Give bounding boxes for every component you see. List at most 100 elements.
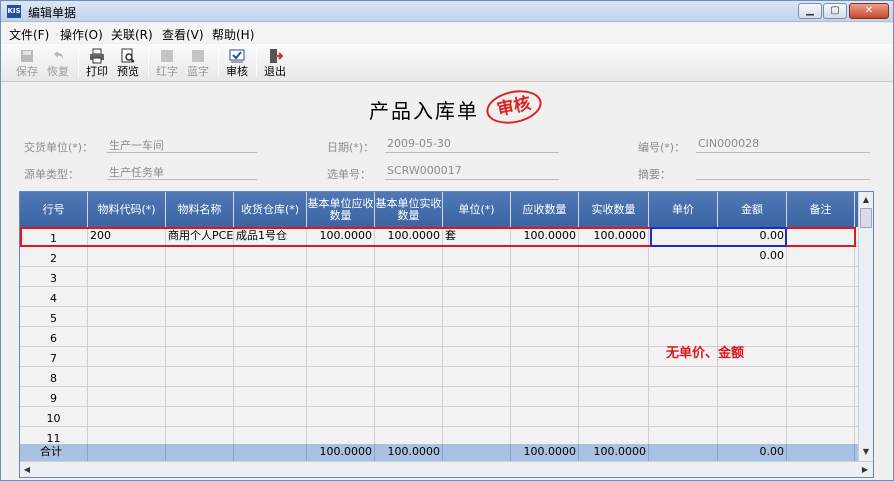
table-cell[interactable] bbox=[649, 307, 718, 327]
table-cell[interactable] bbox=[443, 387, 511, 407]
table-cell[interactable] bbox=[649, 287, 718, 307]
table-cell[interactable]: 8 bbox=[20, 367, 88, 387]
table-cell[interactable] bbox=[443, 407, 511, 427]
table-cell[interactable] bbox=[787, 267, 855, 287]
table-cell[interactable] bbox=[234, 347, 307, 367]
table-cell[interactable] bbox=[166, 247, 234, 267]
summary-field[interactable] bbox=[696, 164, 870, 180]
menu-file[interactable]: 文件(F) bbox=[9, 26, 49, 43]
column-header[interactable]: 备注 bbox=[787, 192, 855, 227]
table-cell[interactable] bbox=[166, 287, 234, 307]
column-header[interactable]: 实收数量 bbox=[579, 192, 649, 227]
table-row[interactable]: 3 bbox=[20, 267, 860, 287]
table-cell[interactable]: 5 bbox=[20, 307, 88, 327]
table-cell[interactable] bbox=[234, 367, 307, 387]
table-cell[interactable] bbox=[718, 387, 787, 407]
table-cell[interactable] bbox=[787, 367, 855, 387]
table-cell[interactable]: 7 bbox=[20, 347, 88, 367]
table-cell[interactable] bbox=[579, 347, 649, 367]
table-cell[interactable] bbox=[307, 287, 375, 307]
save-button[interactable]: 保存 bbox=[12, 47, 42, 80]
table-cell[interactable] bbox=[234, 247, 307, 267]
column-header[interactable]: 收货仓库(*) bbox=[234, 192, 307, 227]
table-cell[interactable] bbox=[375, 287, 443, 307]
table-cell[interactable] bbox=[443, 347, 511, 367]
table-cell[interactable] bbox=[787, 407, 855, 427]
menu-operation[interactable]: 操作(O) bbox=[60, 26, 103, 43]
table-cell[interactable] bbox=[234, 287, 307, 307]
table-cell[interactable]: 100.0000 bbox=[511, 227, 579, 247]
table-cell[interactable] bbox=[511, 407, 579, 427]
table-cell[interactable] bbox=[307, 387, 375, 407]
table-cell[interactable] bbox=[579, 267, 649, 287]
menu-help[interactable]: 帮助(H) bbox=[212, 26, 254, 43]
scroll-right-icon[interactable]: ▶ bbox=[858, 462, 872, 477]
column-header[interactable]: 行号 bbox=[20, 192, 88, 227]
column-header[interactable]: 单价 bbox=[649, 192, 718, 227]
table-row[interactable]: 8 bbox=[20, 367, 860, 387]
table-cell[interactable] bbox=[307, 327, 375, 347]
table-cell[interactable] bbox=[511, 327, 579, 347]
table-cell[interactable] bbox=[718, 307, 787, 327]
table-cell[interactable]: 2 bbox=[20, 247, 88, 267]
blue-entry-button[interactable]: 蓝字 bbox=[183, 47, 213, 80]
scroll-down-icon[interactable]: ▼ bbox=[859, 444, 873, 459]
table-cell[interactable] bbox=[718, 267, 787, 287]
table-cell[interactable] bbox=[234, 407, 307, 427]
table-cell[interactable] bbox=[579, 367, 649, 387]
table-cell[interactable] bbox=[511, 267, 579, 287]
table-cell[interactable] bbox=[375, 307, 443, 327]
table-cell[interactable] bbox=[307, 367, 375, 387]
table-cell[interactable] bbox=[166, 367, 234, 387]
table-cell[interactable] bbox=[307, 267, 375, 287]
table-cell[interactable] bbox=[375, 347, 443, 367]
table-cell[interactable] bbox=[307, 407, 375, 427]
table-cell[interactable] bbox=[443, 307, 511, 327]
table-cell[interactable]: 100.0000 bbox=[579, 227, 649, 247]
vertical-scrollbar[interactable]: ▲ ▼ bbox=[858, 192, 873, 461]
table-cell[interactable] bbox=[88, 387, 166, 407]
table-row[interactable]: 1 200 商用个人PCE 成品1号仓 100.0000 100.0000 套 100.000… bbox=[20, 227, 860, 247]
table-cell[interactable]: 3 bbox=[20, 267, 88, 287]
table-cell[interactable] bbox=[166, 327, 234, 347]
table-cell[interactable] bbox=[88, 267, 166, 287]
table-cell[interactable] bbox=[787, 307, 855, 327]
table-cell[interactable] bbox=[88, 327, 166, 347]
table-cell[interactable]: 10 bbox=[20, 407, 88, 427]
table-cell[interactable] bbox=[787, 247, 855, 267]
table-cell[interactable] bbox=[443, 287, 511, 307]
table-cell[interactable] bbox=[166, 407, 234, 427]
table-cell[interactable] bbox=[787, 327, 855, 347]
horizontal-scrollbar[interactable]: ◀ ▶ bbox=[20, 461, 873, 477]
table-cell[interactable] bbox=[718, 407, 787, 427]
table-cell[interactable] bbox=[511, 367, 579, 387]
table-cell[interactable] bbox=[649, 267, 718, 287]
table-cell[interactable] bbox=[511, 347, 579, 367]
table-cell[interactable]: 100.0000 bbox=[375, 227, 443, 247]
table-row[interactable]: 4 bbox=[20, 287, 860, 307]
table-cell[interactable]: 0.00 bbox=[718, 247, 787, 267]
table-cell[interactable] bbox=[718, 287, 787, 307]
column-header[interactable]: 单位(*) bbox=[443, 192, 511, 227]
column-header[interactable]: 应收数量 bbox=[511, 192, 579, 227]
table-cell[interactable] bbox=[307, 247, 375, 267]
table-cell[interactable] bbox=[166, 387, 234, 407]
table-cell[interactable] bbox=[718, 367, 787, 387]
column-header[interactable]: 基本单位实收数量 bbox=[375, 192, 443, 227]
table-cell[interactable]: 9 bbox=[20, 387, 88, 407]
table-cell[interactable] bbox=[88, 287, 166, 307]
table-cell[interactable] bbox=[166, 347, 234, 367]
print-button[interactable]: 打印 bbox=[82, 47, 112, 80]
table-cell[interactable] bbox=[579, 387, 649, 407]
table-cell[interactable]: 套 bbox=[443, 227, 511, 247]
table-cell[interactable] bbox=[787, 387, 855, 407]
audit-button[interactable]: 审核 bbox=[222, 47, 252, 80]
table-cell[interactable] bbox=[787, 287, 855, 307]
table-cell[interactable] bbox=[375, 387, 443, 407]
exit-button[interactable]: 退出 bbox=[260, 47, 290, 80]
table-row[interactable]: 5 bbox=[20, 307, 860, 327]
table-cell[interactable]: 4 bbox=[20, 287, 88, 307]
table-cell[interactable] bbox=[649, 387, 718, 407]
select-no-field[interactable]: SCRW000017 bbox=[385, 164, 559, 180]
table-cell[interactable] bbox=[375, 267, 443, 287]
